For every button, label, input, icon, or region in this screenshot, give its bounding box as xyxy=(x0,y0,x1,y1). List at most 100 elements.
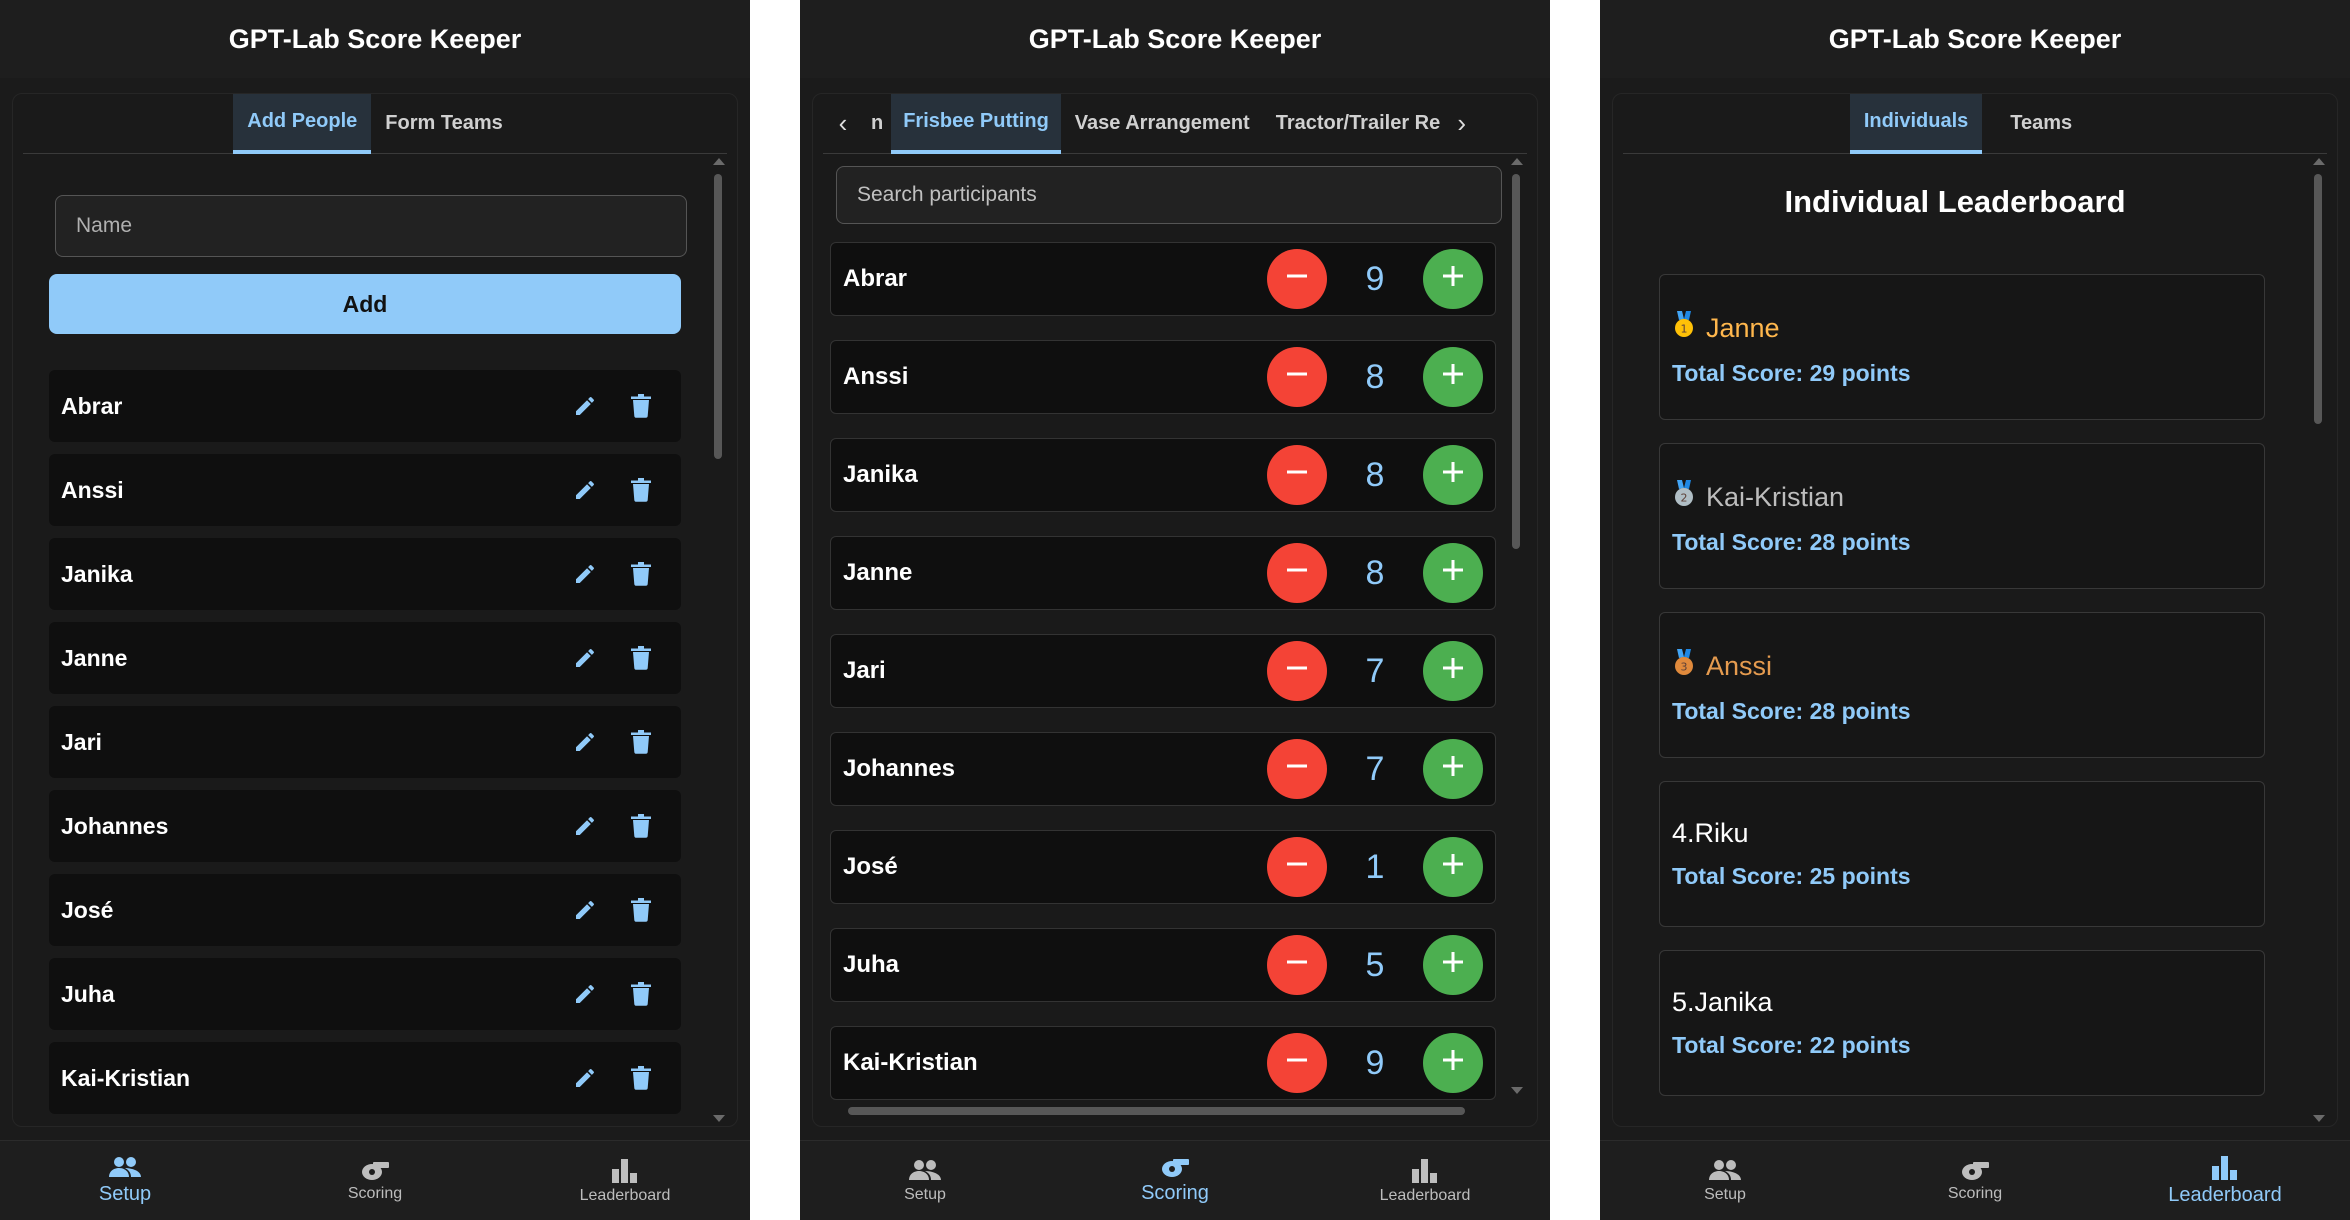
plus-icon xyxy=(1439,948,1467,983)
edit-icon[interactable] xyxy=(557,722,613,762)
edit-icon[interactable] xyxy=(557,974,613,1014)
nav-scoring[interactable]: Scoring xyxy=(1850,1141,2100,1220)
bottom-nav: Setup Scoring Leaderboard xyxy=(1600,1140,2350,1220)
leaderboard-tabs: Individuals Teams xyxy=(1623,94,2327,154)
nav-setup[interactable]: Setup xyxy=(0,1141,250,1220)
edit-icon[interactable] xyxy=(557,386,613,426)
setup-tabs: Add People Form Teams xyxy=(23,94,727,154)
score-row: Kai-Kristian 9 xyxy=(830,1026,1496,1100)
score-value: 7 xyxy=(1365,749,1385,788)
whistle-icon xyxy=(1962,1161,1989,1180)
decrement-button[interactable] xyxy=(1267,739,1327,799)
increment-button[interactable] xyxy=(1423,935,1483,995)
scroll-up-arrow-icon[interactable] xyxy=(713,158,725,165)
tabs-left-arrow-icon[interactable]: ‹ xyxy=(823,94,863,154)
increment-button[interactable] xyxy=(1423,347,1483,407)
edit-icon[interactable] xyxy=(557,638,613,678)
app-title: GPT-Lab Score Keeper xyxy=(1028,23,1322,54)
edit-icon[interactable] xyxy=(557,554,613,594)
edit-icon[interactable] xyxy=(557,806,613,846)
tab-teams[interactable]: Teams xyxy=(1982,94,2100,154)
app-bar: GPT-Lab Score Keeper xyxy=(1600,0,2350,78)
tab-vase-arrangement[interactable]: Vase Arrangement xyxy=(1061,94,1264,154)
decrement-button[interactable] xyxy=(1267,1033,1327,1093)
entry-score: Total Score: 29 points xyxy=(1672,360,1911,386)
whistle-icon xyxy=(362,1161,389,1180)
delete-icon[interactable] xyxy=(613,470,669,510)
decrement-button[interactable] xyxy=(1267,445,1327,505)
nav-scoring[interactable]: Scoring xyxy=(1050,1141,1300,1220)
search-input[interactable] xyxy=(836,166,1502,224)
decrement-button[interactable] xyxy=(1267,347,1327,407)
decrement-button[interactable] xyxy=(1267,935,1327,995)
svg-text:2: 2 xyxy=(1681,492,1688,505)
scroll-up-arrow-icon[interactable] xyxy=(1511,158,1523,165)
increment-button[interactable] xyxy=(1423,837,1483,897)
plus-icon xyxy=(1439,556,1467,591)
decrement-button[interactable] xyxy=(1267,249,1327,309)
nav-leaderboard[interactable]: Leaderboard xyxy=(2100,1141,2350,1220)
edit-icon[interactable] xyxy=(557,890,613,930)
scroll-up-arrow-icon[interactable] xyxy=(2313,158,2325,165)
nav-leaderboard[interactable]: Leaderboard xyxy=(500,1141,750,1220)
nav-leaderboard-label: Leaderboard xyxy=(579,1186,671,1204)
rank-label: 4. xyxy=(1672,818,1695,848)
nav-scoring[interactable]: Scoring xyxy=(250,1141,500,1220)
name-input[interactable] xyxy=(55,195,687,257)
nav-scoring-label: Scoring xyxy=(1947,1184,2003,1202)
tab-tractor-trailer[interactable]: Tractor/Trailer Re xyxy=(1264,94,1442,154)
person-name: Juha xyxy=(61,980,115,1007)
scrollbar-thumb[interactable] xyxy=(2314,174,2322,424)
increment-button[interactable] xyxy=(1423,249,1483,309)
nav-scoring-label: Scoring xyxy=(1141,1182,1209,1204)
entry-name: Janika xyxy=(1694,987,1773,1017)
delete-icon[interactable] xyxy=(613,806,669,846)
score-value: 7 xyxy=(1365,651,1385,690)
nav-leaderboard[interactable]: Leaderboard xyxy=(1300,1141,1550,1220)
tab-add-people[interactable]: Add People xyxy=(233,94,372,154)
increment-button[interactable] xyxy=(1423,739,1483,799)
decrement-button[interactable] xyxy=(1267,641,1327,701)
scroll-down-arrow-icon[interactable] xyxy=(713,1115,725,1122)
vertical-scrollbar[interactable] xyxy=(711,158,725,1126)
score-row: Janika 8 xyxy=(830,438,1496,512)
increment-button[interactable] xyxy=(1423,543,1483,603)
people-icon xyxy=(1709,1159,1741,1180)
increment-button[interactable] xyxy=(1423,1033,1483,1093)
tab-frisbee-putting[interactable]: Frisbee Putting xyxy=(891,94,1061,154)
horizontal-scrollbar-thumb[interactable] xyxy=(848,1107,1465,1115)
scrollbar-thumb[interactable] xyxy=(714,174,722,459)
delete-icon[interactable] xyxy=(613,974,669,1014)
vertical-scrollbar[interactable] xyxy=(1509,158,1523,1098)
vertical-scrollbar[interactable] xyxy=(2311,158,2325,1126)
delete-icon[interactable] xyxy=(613,722,669,762)
entry-score: Total Score: 28 points xyxy=(1672,698,1911,724)
tab-individuals[interactable]: Individuals xyxy=(1849,94,1983,154)
horizontal-scrollbar[interactable] xyxy=(830,1104,1485,1118)
participant-name: Juha xyxy=(843,951,900,978)
decrement-button[interactable] xyxy=(1267,543,1327,603)
scoring-screen: GPT-Lab Score Keeper ‹ n Frisbee Putting… xyxy=(800,0,1550,1220)
leaderboard-entry: 5. Janika Total Score: 22 points xyxy=(1659,950,2265,1096)
scrollbar-thumb[interactable] xyxy=(1512,174,1520,549)
increment-button[interactable] xyxy=(1423,641,1483,701)
scroll-down-arrow-icon[interactable] xyxy=(1511,1087,1523,1094)
delete-icon[interactable] xyxy=(613,386,669,426)
edit-icon[interactable] xyxy=(557,1058,613,1098)
participant-name: Anssi xyxy=(843,363,909,390)
scroll-down-arrow-icon[interactable] xyxy=(2313,1115,2325,1122)
tabs-right-arrow-icon[interactable]: › xyxy=(1442,94,1482,154)
decrement-button[interactable] xyxy=(1267,837,1327,897)
edit-icon[interactable] xyxy=(557,470,613,510)
tab-form-teams[interactable]: Form Teams xyxy=(371,94,516,154)
delete-icon[interactable] xyxy=(613,554,669,594)
delete-icon[interactable] xyxy=(613,890,669,930)
delete-icon[interactable] xyxy=(613,1058,669,1098)
increment-button[interactable] xyxy=(1423,445,1483,505)
delete-icon[interactable] xyxy=(613,638,669,678)
participant-name: José xyxy=(843,853,898,880)
add-button[interactable]: Add xyxy=(49,274,681,334)
nav-setup[interactable]: Setup xyxy=(800,1141,1050,1220)
nav-setup[interactable]: Setup xyxy=(1600,1141,1850,1220)
tab-previous-event[interactable]: n xyxy=(863,94,891,154)
